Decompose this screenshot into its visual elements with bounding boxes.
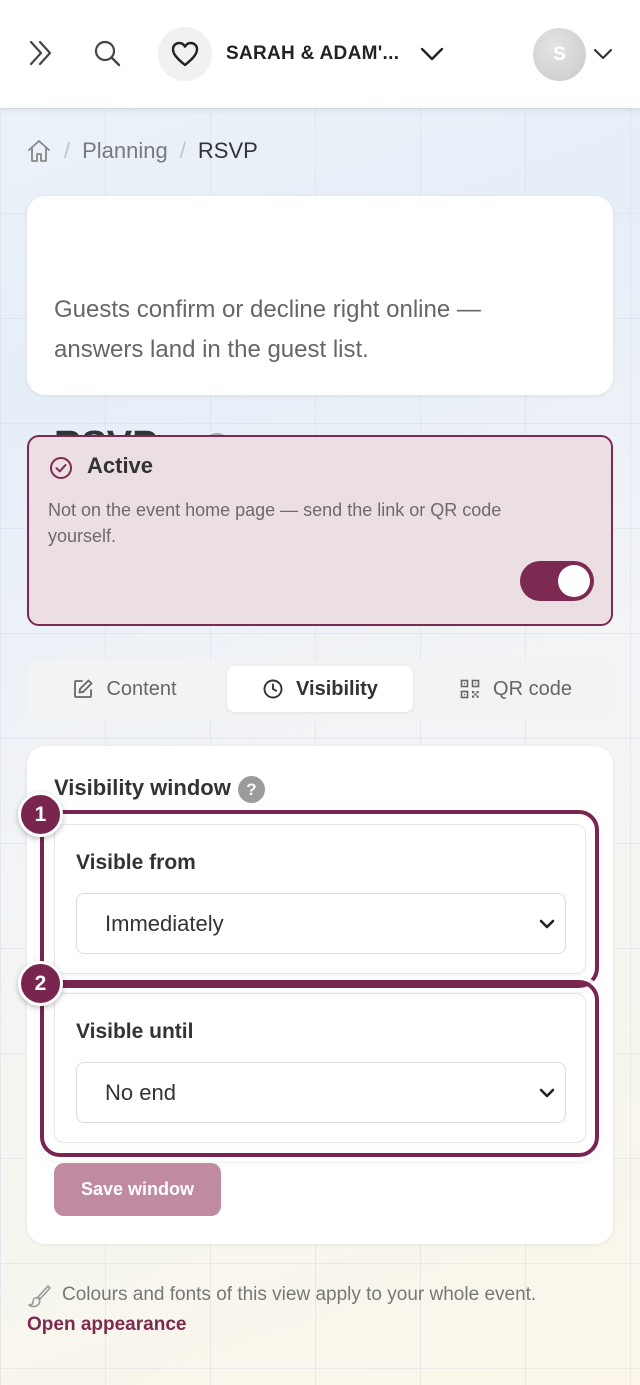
event-switcher[interactable]: SARAH & ADAM'...	[158, 26, 458, 82]
active-toggle[interactable]	[520, 561, 594, 601]
chevron-down-icon	[419, 40, 447, 68]
search-icon[interactable]	[88, 34, 126, 72]
avatar[interactable]: S	[533, 28, 586, 81]
status-note: Not on the event home page — send the li…	[48, 500, 502, 546]
visible-from-field: Visible from Immediately	[54, 824, 586, 974]
event-name: SARAH & ADAM'...	[226, 43, 400, 64]
visible-until-label: Visible until	[76, 1020, 194, 1043]
callout-badge-2: 2	[18, 961, 63, 1006]
breadcrumb-planning[interactable]: Planning	[82, 138, 168, 164]
callout-badge-1: 1	[18, 792, 63, 837]
home-icon[interactable]	[26, 138, 52, 164]
breadcrumb-current: RSVP	[197, 138, 258, 163]
brush-icon	[26, 1283, 52, 1309]
visible-from-value: Immediately	[105, 910, 224, 936]
top-bar: SARAH & ADAM'... S	[0, 0, 640, 108]
tab-visibility[interactable]: Visibility	[227, 666, 413, 712]
visible-from-label: Visible from	[76, 851, 196, 874]
clock-icon	[262, 678, 284, 700]
tab-qr-label: QR code	[493, 677, 572, 700]
edit-icon	[72, 678, 94, 700]
tab-content[interactable]: Content	[27, 666, 222, 712]
toggle-knob	[558, 565, 590, 597]
breadcrumb-separator: /	[179, 138, 186, 163]
save-window-button[interactable]: Save window	[54, 1163, 221, 1216]
status-label: Active	[87, 453, 154, 478]
qr-code-icon	[459, 678, 481, 700]
page-description: Guests confirm or decline right online —…	[54, 296, 481, 363]
tab-bar: Content Visibility QR code	[27, 660, 613, 718]
footer-note: Colours and fonts of this view apply to …	[62, 1284, 537, 1305]
visible-from-select[interactable]: Immediately	[76, 893, 566, 954]
visible-until-select[interactable]: No end	[76, 1062, 566, 1123]
help-icon[interactable]: ?	[238, 776, 265, 803]
tab-content-label: Content	[106, 677, 177, 700]
chevron-down-icon	[537, 1083, 557, 1103]
breadcrumb-separator: /	[64, 138, 71, 163]
breadcrumb: / Planning / RSVP	[26, 134, 258, 168]
check-circle-icon	[49, 456, 73, 480]
visible-until-field: Visible until No end	[54, 993, 586, 1143]
account-chevron-icon[interactable]	[592, 40, 620, 68]
tab-visibility-label: Visibility	[296, 677, 378, 700]
heart-icon	[158, 27, 212, 81]
visible-until-value: No end	[105, 1079, 176, 1105]
status-panel: Active Not on the event home page — send…	[27, 435, 613, 626]
open-appearance-link[interactable]: Open appearance	[27, 1314, 186, 1336]
tab-qr-code[interactable]: QR code	[418, 666, 613, 712]
visibility-title: Visibility window	[54, 775, 231, 800]
expand-sidebar-icon[interactable]	[22, 34, 60, 72]
chevron-down-icon	[537, 914, 557, 934]
